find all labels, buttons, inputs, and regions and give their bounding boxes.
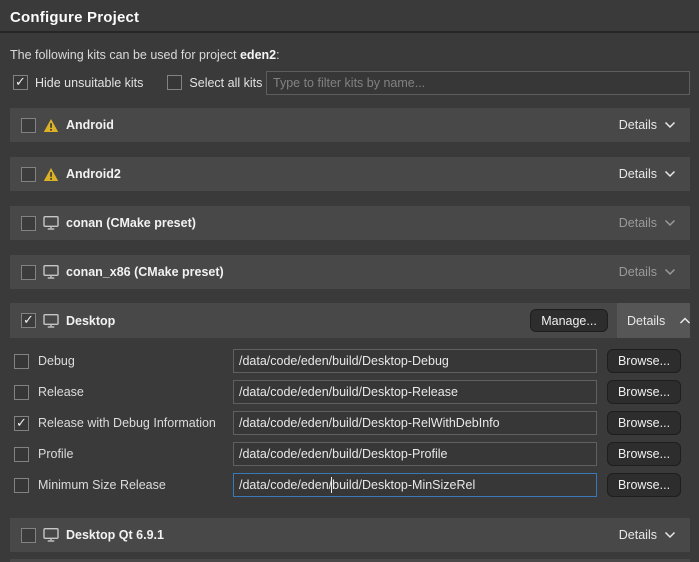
build-config-row-profile: Profile Browse... (10, 442, 690, 466)
kit-name: conan_x86 (CMake preset) (66, 265, 224, 279)
kit-name: Android (66, 118, 114, 132)
subtitle-suffix: : (276, 48, 279, 62)
browse-button[interactable]: Browse... (607, 442, 681, 466)
kit-name: Desktop Qt 6.9.1 (66, 528, 164, 542)
config-label: Profile (38, 447, 73, 461)
kit-row-android[interactable]: Android Details (10, 108, 690, 142)
chevron-down-icon (664, 219, 676, 227)
config-checkbox[interactable] (14, 416, 29, 431)
details-label: Details (619, 167, 657, 181)
config-checkbox[interactable] (14, 385, 29, 400)
kit-checkbox[interactable] (21, 167, 36, 182)
kit-checkbox[interactable] (21, 216, 36, 231)
build-dir-input[interactable] (233, 349, 597, 373)
select-all-label: Select all kits (189, 76, 262, 90)
text-cursor (331, 477, 332, 493)
desktop-icon (43, 314, 59, 328)
config-checkbox[interactable] (14, 478, 29, 493)
build-config-row-minsizerel: Minimum Size Release Browse... (10, 473, 690, 497)
kit-name: Android2 (66, 167, 121, 181)
hide-unsuitable-label: Hide unsuitable kits (35, 76, 143, 90)
chevron-down-icon (664, 531, 676, 539)
chevron-down-icon (664, 121, 676, 129)
desktop-icon (43, 216, 59, 230)
details-toggle[interactable]: Details (605, 108, 690, 142)
build-config-row-relwithdebinfo: Release with Debug Information Browse... (10, 411, 690, 435)
subtitle-project-name: eden2 (240, 48, 276, 62)
details-toggle: Details (605, 255, 690, 289)
build-dir-input-focused[interactable] (233, 473, 597, 497)
kit-checkbox[interactable] (21, 528, 36, 543)
config-checkbox[interactable] (14, 447, 29, 462)
build-dir-input[interactable] (233, 442, 597, 466)
title-separator (0, 31, 699, 33)
details-toggle[interactable]: Details (605, 157, 690, 191)
browse-button[interactable]: Browse... (607, 473, 681, 497)
select-all-kits-checkbox[interactable]: Select all kits (167, 75, 262, 90)
kit-filter-input[interactable] (266, 71, 690, 95)
details-toggle[interactable]: Details (605, 518, 690, 552)
configure-project-page: Configure Project The following kits can… (0, 0, 699, 562)
kits-subtitle: The following kits can be used for proje… (10, 48, 280, 62)
config-label: Debug (38, 354, 75, 368)
details-label: Details (619, 118, 657, 132)
hide-unsuitable-checkbox-box[interactable] (13, 75, 28, 90)
subtitle-prefix: The following kits can be used for proje… (10, 48, 240, 62)
kit-row-desktop[interactable]: Desktop Manage... Details (10, 303, 690, 338)
browse-button[interactable]: Browse... (607, 411, 681, 435)
build-dir-input[interactable] (233, 380, 597, 404)
hide-unsuitable-kits-checkbox[interactable]: Hide unsuitable kits (13, 75, 143, 90)
browse-button[interactable]: Browse... (607, 380, 681, 404)
config-checkbox[interactable] (14, 354, 29, 369)
kit-row-conan-x86[interactable]: conan_x86 (CMake preset) Details (10, 255, 690, 289)
details-label: Details (627, 314, 665, 328)
details-toggle: Details (605, 206, 690, 240)
details-label: Details (619, 216, 657, 230)
kit-row-android2[interactable]: Android2 Details (10, 157, 690, 191)
build-config-row-debug: Debug Browse... (10, 349, 690, 373)
chevron-down-icon (664, 268, 676, 276)
config-label: Release with Debug Information (38, 416, 216, 430)
kit-filter-controls: Hide unsuitable kits Select all kits (13, 75, 262, 90)
build-dir-input[interactable] (233, 411, 597, 435)
page-title: Configure Project (10, 9, 139, 26)
details-label: Details (619, 265, 657, 279)
manage-kits-button[interactable]: Manage... (530, 309, 608, 332)
warning-icon (43, 167, 59, 182)
chevron-down-icon (664, 170, 676, 178)
browse-button[interactable]: Browse... (607, 349, 681, 373)
details-label: Details (619, 528, 657, 542)
config-label: Minimum Size Release (38, 478, 166, 492)
desktop-icon (43, 528, 59, 542)
details-toggle[interactable]: Details (617, 303, 690, 338)
kit-row-desktop-qt[interactable]: Desktop Qt 6.9.1 Details (10, 518, 690, 552)
select-all-checkbox-box[interactable] (167, 75, 182, 90)
kit-name: conan (CMake preset) (66, 216, 196, 230)
kit-checkbox[interactable] (21, 118, 36, 133)
warning-icon (43, 118, 59, 133)
kit-checkbox[interactable] (21, 265, 36, 280)
kit-name: Desktop (66, 314, 115, 328)
kit-checkbox[interactable] (21, 313, 36, 328)
config-label: Release (38, 385, 84, 399)
chevron-up-icon (679, 317, 691, 325)
desktop-icon (43, 265, 59, 279)
build-config-row-release: Release Browse... (10, 380, 690, 404)
kit-row-conan[interactable]: conan (CMake preset) Details (10, 206, 690, 240)
